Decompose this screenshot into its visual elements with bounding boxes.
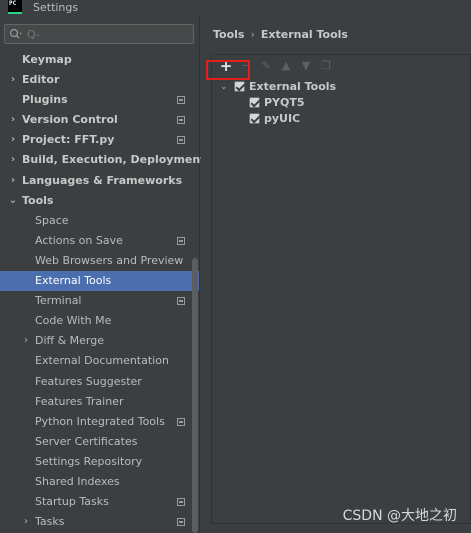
sidebar-item-external-tools[interactable]: External Tools [0,271,199,292]
sidebar-item-terminal[interactable]: Terminal [0,291,199,311]
pycharm-logo-icon: PC [8,0,22,14]
sidebar-item-features-suggester[interactable]: Features Suggester [0,372,199,392]
sidebar-item-server-certificates[interactable]: Server Certificates [0,432,199,452]
group-checkbox[interactable] [234,81,245,92]
tree-group-row[interactable]: ⌄ External Tools [218,79,418,95]
tree-child-label: PYQT5 [264,96,305,109]
external-tools-tree: ⌄ External Tools PYQT5 pyUIC [218,79,418,127]
sidebar-item-label: Build, Execution, Deployment [22,153,206,167]
sidebar-item-label: Features Trainer [35,394,124,408]
project-scope-icon [177,116,185,125]
search-field[interactable] [4,24,194,44]
chevron-right-icon[interactable]: › [21,512,31,532]
sidebar-item-tasks[interactable]: › Tasks [0,512,199,532]
child-checkbox[interactable] [249,97,260,108]
sidebar-item-version-control[interactable]: › Version Control [0,110,199,130]
sidebar-item-label: Version Control [22,113,118,127]
tree-child-label: pyUIC [264,112,301,125]
sidebar-item-editor[interactable]: › Editor [0,70,199,90]
sidebar-item-settings-repository[interactable]: Settings Repository [0,452,199,472]
breadcrumb-current: External Tools [260,28,348,41]
chevron-down-icon[interactable]: ⌄ [220,79,228,95]
sidebar-item-label: Terminal [35,294,82,308]
sidebar-item-build-execution-deployment[interactable]: › Build, Execution, Deployment [0,150,206,170]
sidebar-item-label: Editor [22,73,60,87]
settings-nav-tree: Keymap › Editor Plugins › Version Control › Pro… [0,50,206,532]
sidebar-item-label: Diff & Merge [35,334,105,348]
project-scope-icon [177,518,185,527]
main-panel: Tools › External Tools + − ✎ ▲ ▼ ❐ ⌄ Exter… [201,14,471,533]
window-title: Settings [33,0,79,14]
sidebar-item-label: Project: FFT.py [22,133,115,147]
chevron-right-icon[interactable]: › [8,171,18,191]
watermark: CSDN @大地之初 [342,508,457,524]
sidebar-item-diff-merge[interactable]: › Diff & Merge [0,331,199,351]
chevron-right-icon[interactable]: › [8,150,18,170]
project-scope-icon [177,417,185,426]
project-scope-icon [177,96,185,105]
copy-tool-button[interactable]: ❐ [316,56,336,76]
chevron-right-icon[interactable]: › [8,130,18,150]
title-bar: PC Settings [0,0,471,14]
tree-child-row[interactable]: pyUIC [218,111,418,127]
sidebar-item-label: Tools [22,193,54,207]
sidebar-item-label: Server Certificates [35,434,138,448]
sidebar-item-code-with-me[interactable]: Code With Me [0,311,199,331]
sidebar-item-label: Languages & Frameworks [22,173,183,187]
sidebar-item-label: Python Integrated Tools [35,414,165,428]
breadcrumb-separator: › [250,28,255,41]
sidebar-item-label: Keymap [22,53,72,66]
project-scope-icon [177,136,185,145]
breadcrumb: Tools › External Tools [213,28,348,41]
tree-group-label: External Tools [249,80,337,93]
sidebar-scrollbar[interactable] [192,258,198,533]
sidebar-item-space[interactable]: Space [0,211,199,231]
sidebar-item-label: Code With Me [35,314,112,328]
sidebar-item-label: Tasks [35,515,65,529]
sidebar-item-label: External Documentation [35,354,169,368]
tree-child-row[interactable]: PYQT5 [218,95,418,111]
sidebar-item-label: Shared Indexes [35,474,120,488]
chevron-right-icon[interactable]: › [8,70,18,90]
sidebar-item-features-trainer[interactable]: Features Trainer [0,392,199,412]
sidebar-item-project-fft-py[interactable]: › Project: FFT.py [0,130,199,150]
search-icon [9,28,22,39]
sidebar-item-label: Settings Repository [35,454,143,468]
sidebar-item-label: Actions on Save [35,233,123,247]
sidebar-item-web-browsers-and-preview[interactable]: Web Browsers and Preview [0,251,199,271]
sidebar-item-label: Plugins [22,93,68,107]
sidebar-item-startup-tasks[interactable]: Startup Tasks [0,492,199,512]
move-down-button[interactable]: ▼ [296,56,316,76]
sidebar-item-plugins[interactable]: Plugins [0,90,199,110]
chevron-right-icon[interactable]: › [21,331,31,351]
sidebar-item-actions-on-save[interactable]: Actions on Save [0,231,199,251]
tools-toolbar: + − ✎ ▲ ▼ ❐ [212,55,470,77]
sidebar-item-python-integrated-tools[interactable]: Python Integrated Tools [0,412,199,432]
sidebar-item-label: Features Suggester [35,374,142,388]
sidebar-item-label: Web Browsers and Preview [35,253,184,267]
project-scope-icon [177,498,185,507]
chevron-right-icon[interactable]: › [8,110,18,130]
sidebar-item-shared-indexes[interactable]: Shared Indexes [0,472,199,492]
sidebar-item-label: Space [35,213,69,227]
project-scope-icon [177,297,185,306]
sidebar-item-languages-frameworks[interactable]: › Languages & Frameworks [0,171,199,191]
move-up-button[interactable]: ▲ [276,56,296,76]
search-input[interactable] [27,26,187,42]
sidebar-item-tools[interactable]: ⌄ Tools [0,191,199,211]
breadcrumb-parent[interactable]: Tools [213,28,244,41]
sidebar-item-external-documentation[interactable]: External Documentation [0,351,199,371]
sidebar-item-keymap[interactable]: Keymap [0,50,199,70]
sidebar-item-label: External Tools [35,274,112,288]
child-checkbox[interactable] [249,113,260,124]
add-button-highlight [206,60,250,80]
chevron-down-icon[interactable]: ⌄ [8,191,18,211]
sidebar-item-label: Startup Tasks [35,495,109,509]
project-scope-icon [177,236,185,245]
settings-sidebar: Keymap › Editor Plugins › Version Control › Pro… [0,14,206,533]
edit-tool-button[interactable]: ✎ [256,56,276,76]
external-tools-panel: + − ✎ ▲ ▼ ❐ ⌄ External Tools PYQT5 pyUIC [206,54,471,524]
